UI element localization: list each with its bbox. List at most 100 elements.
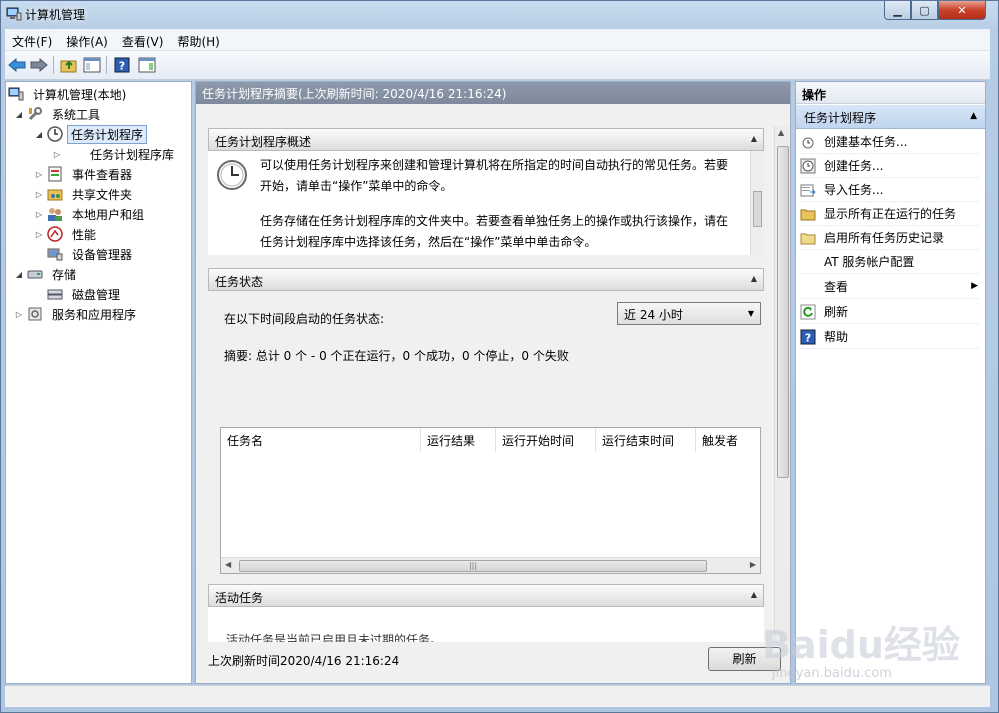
collapsed-arrow-icon[interactable]: ▷ (52, 149, 62, 159)
services-icon (28, 307, 42, 321)
up-level-button[interactable] (59, 55, 79, 75)
help-icon: ? (800, 329, 816, 344)
actions-title: 操作 (796, 82, 985, 104)
tree-item-storage[interactable]: ◢ 存储 (14, 264, 81, 284)
tree-label: 计算机管理(本地) (33, 87, 127, 102)
storage-icon (27, 270, 43, 279)
collapsed-arrow-icon[interactable]: ▷ (14, 309, 24, 319)
blank-icon (800, 279, 816, 295)
users-icon (48, 208, 62, 221)
toolbar-separator (106, 56, 107, 74)
back-button[interactable] (7, 55, 27, 75)
svg-text:?: ? (119, 60, 125, 73)
summary-scroll-area[interactable]: 任务计划程序概述 ▲ 可以使用任务计划程序来创建和管理计算机将在所指定的时间自动… (196, 104, 790, 642)
tree-label: 设备管理器 (72, 247, 133, 262)
tree-item-system-tools[interactable]: ◢ 系统工具 (14, 104, 105, 124)
status-section-header[interactable]: 任务状态 ▲ (208, 268, 764, 291)
minimize-icon: ▁ (893, 3, 902, 17)
action-create-basic-task[interactable]: 创建基本任务... (800, 130, 980, 154)
overview-section-header[interactable]: 任务计划程序概述 ▲ (208, 128, 764, 151)
actions-group-task-scheduler[interactable]: 任务计划程序 ▲ (796, 105, 985, 129)
action-help[interactable]: ? 帮助 (800, 325, 980, 349)
menu-view[interactable]: 查看(V) (115, 29, 171, 51)
toolbar-separator (53, 56, 54, 74)
scroll-thumb[interactable] (777, 146, 789, 478)
tree-label: 存储 (52, 267, 77, 282)
expanded-arrow-icon[interactable]: ◢ (34, 129, 44, 139)
action-view[interactable]: 查看 ▶ (800, 275, 980, 299)
expanded-arrow-icon[interactable]: ◢ (14, 109, 24, 119)
table-horizontal-scrollbar[interactable]: ◀ ||| ▶ (221, 557, 760, 573)
tree-item-shared-folders[interactable]: ▷ 共享文件夹 (34, 184, 137, 204)
task-scheduler-summary-pane: 任务计划程序摘要(上次刷新时间: 2020/4/16 21:16:24) 任务计… (195, 81, 791, 684)
forward-button[interactable] (29, 55, 49, 75)
collapse-icon[interactable]: ▲ (970, 111, 977, 121)
tree-label: 事件查看器 (72, 167, 133, 182)
action-show-running-tasks[interactable]: 显示所有正在运行的任务 (800, 202, 980, 226)
scroll-left-icon[interactable]: ◀ (225, 560, 231, 569)
tree-item-task-library[interactable]: ▷ 任务计划程序库 (52, 144, 179, 164)
collapsed-arrow-icon[interactable]: ▷ (34, 169, 44, 179)
tree-item-device-manager[interactable]: 设备管理器 (47, 244, 137, 264)
tree-item-local-users[interactable]: ▷ 本地用户和组 (34, 204, 149, 224)
refresh-icon (800, 304, 816, 319)
refresh-button[interactable]: 刷新 (708, 647, 781, 671)
maximize-button[interactable]: ▢ (911, 1, 938, 20)
console-tree: 计算机管理(本地) ◢ 系统工具 ◢ 任务计划程序 ▷ 任务计划程序库 ▷ 事件… (5, 81, 192, 684)
scroll-up-icon[interactable]: ▲ (778, 128, 784, 137)
tree-label: 服务和应用程序 (52, 307, 137, 322)
collapse-icon[interactable]: ▲ (751, 590, 757, 599)
actions-pane: 操作 任务计划程序 ▲ 创建基本任务... 创建任务... 导入任务... 显示… (795, 81, 986, 684)
tree-label: 系统工具 (52, 107, 101, 122)
window-title: 计算机管理 (25, 8, 86, 22)
period-dropdown[interactable]: 近 24 小时 ▼ (617, 302, 761, 325)
column-header-triggered-by[interactable]: 触发者 (696, 428, 760, 452)
clock-icon (47, 126, 63, 142)
show-hide-tree-button[interactable] (82, 55, 102, 75)
menu-file[interactable]: 文件(F) (5, 29, 59, 51)
scroll-right-icon[interactable]: ▶ (750, 560, 756, 569)
summary-vertical-scrollbar[interactable]: ▲ ▼ (774, 126, 790, 642)
action-refresh[interactable]: 刷新 (800, 300, 980, 324)
tree-item-disk-management[interactable]: 磁盘管理 (47, 284, 125, 304)
column-header-run-start[interactable]: 运行开始时间 (496, 428, 596, 452)
tree-item-event-viewer[interactable]: ▷ 事件查看器 (34, 164, 137, 184)
tree-item-performance[interactable]: ▷ 性能 (34, 224, 101, 244)
collapsed-arrow-icon[interactable]: ▷ (34, 229, 44, 239)
event-viewer-icon (48, 166, 62, 182)
title-bar[interactable]: 计算机管理 ▁ ▢ ✕ (1, 1, 998, 29)
scroll-thumb[interactable]: ||| (239, 560, 707, 572)
action-import-task[interactable]: 导入任务... (800, 178, 980, 202)
disk-icon (47, 289, 63, 300)
overview-section-body: 可以使用任务计划程序来创建和管理计算机将在所指定的时间自动执行的常见任务。若要 … (208, 151, 764, 255)
show-hide-action-pane-button[interactable] (137, 55, 157, 75)
overview-paragraph-2: 任务存储在任务计划程序库的文件夹中。若要查看单独任务上的操作或执行该操作，请在 … (260, 214, 729, 249)
column-header-run-result[interactable]: 运行结果 (421, 428, 496, 452)
status-summary: 摘要: 总计 0 个 - 0 个正在运行，0 个成功，0 个停止，0 个失败 (224, 349, 569, 363)
help-button[interactable]: ? (112, 55, 132, 75)
collapsed-arrow-icon[interactable]: ▷ (34, 189, 44, 199)
collapsed-arrow-icon[interactable]: ▷ (34, 209, 44, 219)
tree-item-root[interactable]: 计算机管理(本地) (8, 84, 131, 104)
tree-item-services-apps[interactable]: ▷ 服务和应用程序 (14, 304, 141, 324)
action-enable-history[interactable]: 启用所有任务历史记录 (800, 226, 980, 250)
maximize-icon: ▢ (919, 3, 930, 17)
expanded-arrow-icon[interactable]: ◢ (14, 269, 24, 279)
action-create-task[interactable]: 创建任务... (800, 154, 980, 178)
menu-action[interactable]: 操作(A) (59, 29, 115, 51)
folder-icon (800, 209, 816, 220)
dropdown-arrow-icon: ▼ (747, 309, 754, 318)
column-header-task-name[interactable]: 任务名 (221, 428, 421, 452)
minimize-button[interactable]: ▁ (884, 1, 911, 20)
overview-scrollbar[interactable] (750, 151, 764, 255)
close-button[interactable]: ✕ (938, 1, 986, 20)
tree-label: 磁盘管理 (72, 287, 121, 302)
action-at-service-account[interactable]: AT 服务帐户配置 (800, 250, 980, 274)
menu-help[interactable]: 帮助(H) (170, 29, 226, 51)
column-header-run-end[interactable]: 运行结束时间 (596, 428, 696, 452)
active-section-header[interactable]: 活动任务 ▲ (208, 584, 764, 607)
collapse-icon[interactable]: ▲ (751, 134, 757, 143)
collapse-icon[interactable]: ▲ (751, 274, 757, 283)
tree-item-task-scheduler[interactable]: ◢ 任务计划程序 (34, 124, 148, 144)
period-label: 在以下时间段启动的任务状态: (224, 312, 385, 326)
